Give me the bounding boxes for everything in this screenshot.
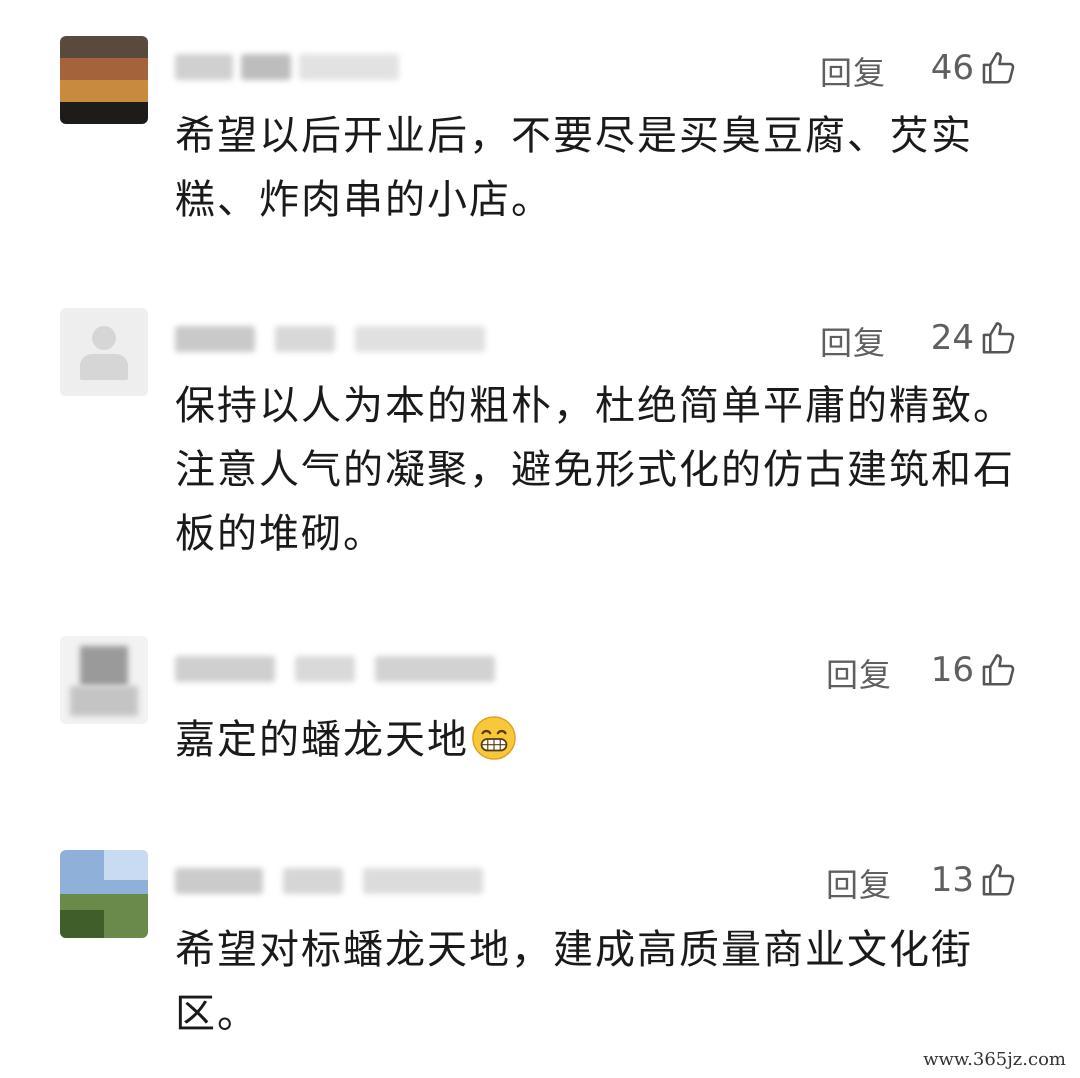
comment-text: 保持以人为本的粗朴，杜绝简单平庸的精致。注意人气的凝聚，避免形式化的仿古建筑和石… bbox=[175, 383, 1015, 557]
username-blurred[interactable] bbox=[175, 652, 505, 686]
like-count: 46 bbox=[930, 48, 974, 88]
like-count: 13 bbox=[930, 860, 974, 900]
avatar[interactable] bbox=[60, 636, 148, 724]
username-blurred[interactable] bbox=[175, 50, 415, 84]
username-blurred[interactable] bbox=[175, 864, 495, 898]
grinning-face-emoji-icon bbox=[472, 716, 516, 760]
thumbs-up-icon[interactable] bbox=[980, 49, 1018, 87]
like-count: 16 bbox=[930, 650, 974, 690]
thumbs-up-icon[interactable] bbox=[980, 861, 1018, 899]
reply-button[interactable]: 回复 bbox=[826, 860, 892, 906]
avatar[interactable] bbox=[60, 308, 148, 396]
thumbs-up-icon[interactable] bbox=[980, 319, 1018, 357]
avatar[interactable] bbox=[60, 850, 148, 938]
avatar[interactable] bbox=[60, 36, 148, 124]
thumbs-up-icon[interactable] bbox=[980, 651, 1018, 689]
comment-text: 希望以后开业后，不要尽是买臭豆腐、芡实糕、炸肉串的小店。 bbox=[175, 113, 973, 223]
like-count: 24 bbox=[930, 318, 974, 358]
comment-text: 希望对标蟠龙天地，建成高质量商业文化街区。 bbox=[175, 927, 973, 1037]
username-blurred[interactable] bbox=[175, 322, 495, 356]
watermark: www.365jz.com bbox=[923, 1049, 1066, 1070]
reply-button[interactable]: 回复 bbox=[826, 650, 892, 696]
comment-text-content: 嘉定的蟠龙天地 bbox=[175, 717, 469, 763]
reply-button[interactable]: 回复 bbox=[820, 48, 886, 94]
comment-text: 嘉定的蟠龙天地 bbox=[175, 708, 1015, 772]
reply-button[interactable]: 回复 bbox=[820, 318, 886, 364]
